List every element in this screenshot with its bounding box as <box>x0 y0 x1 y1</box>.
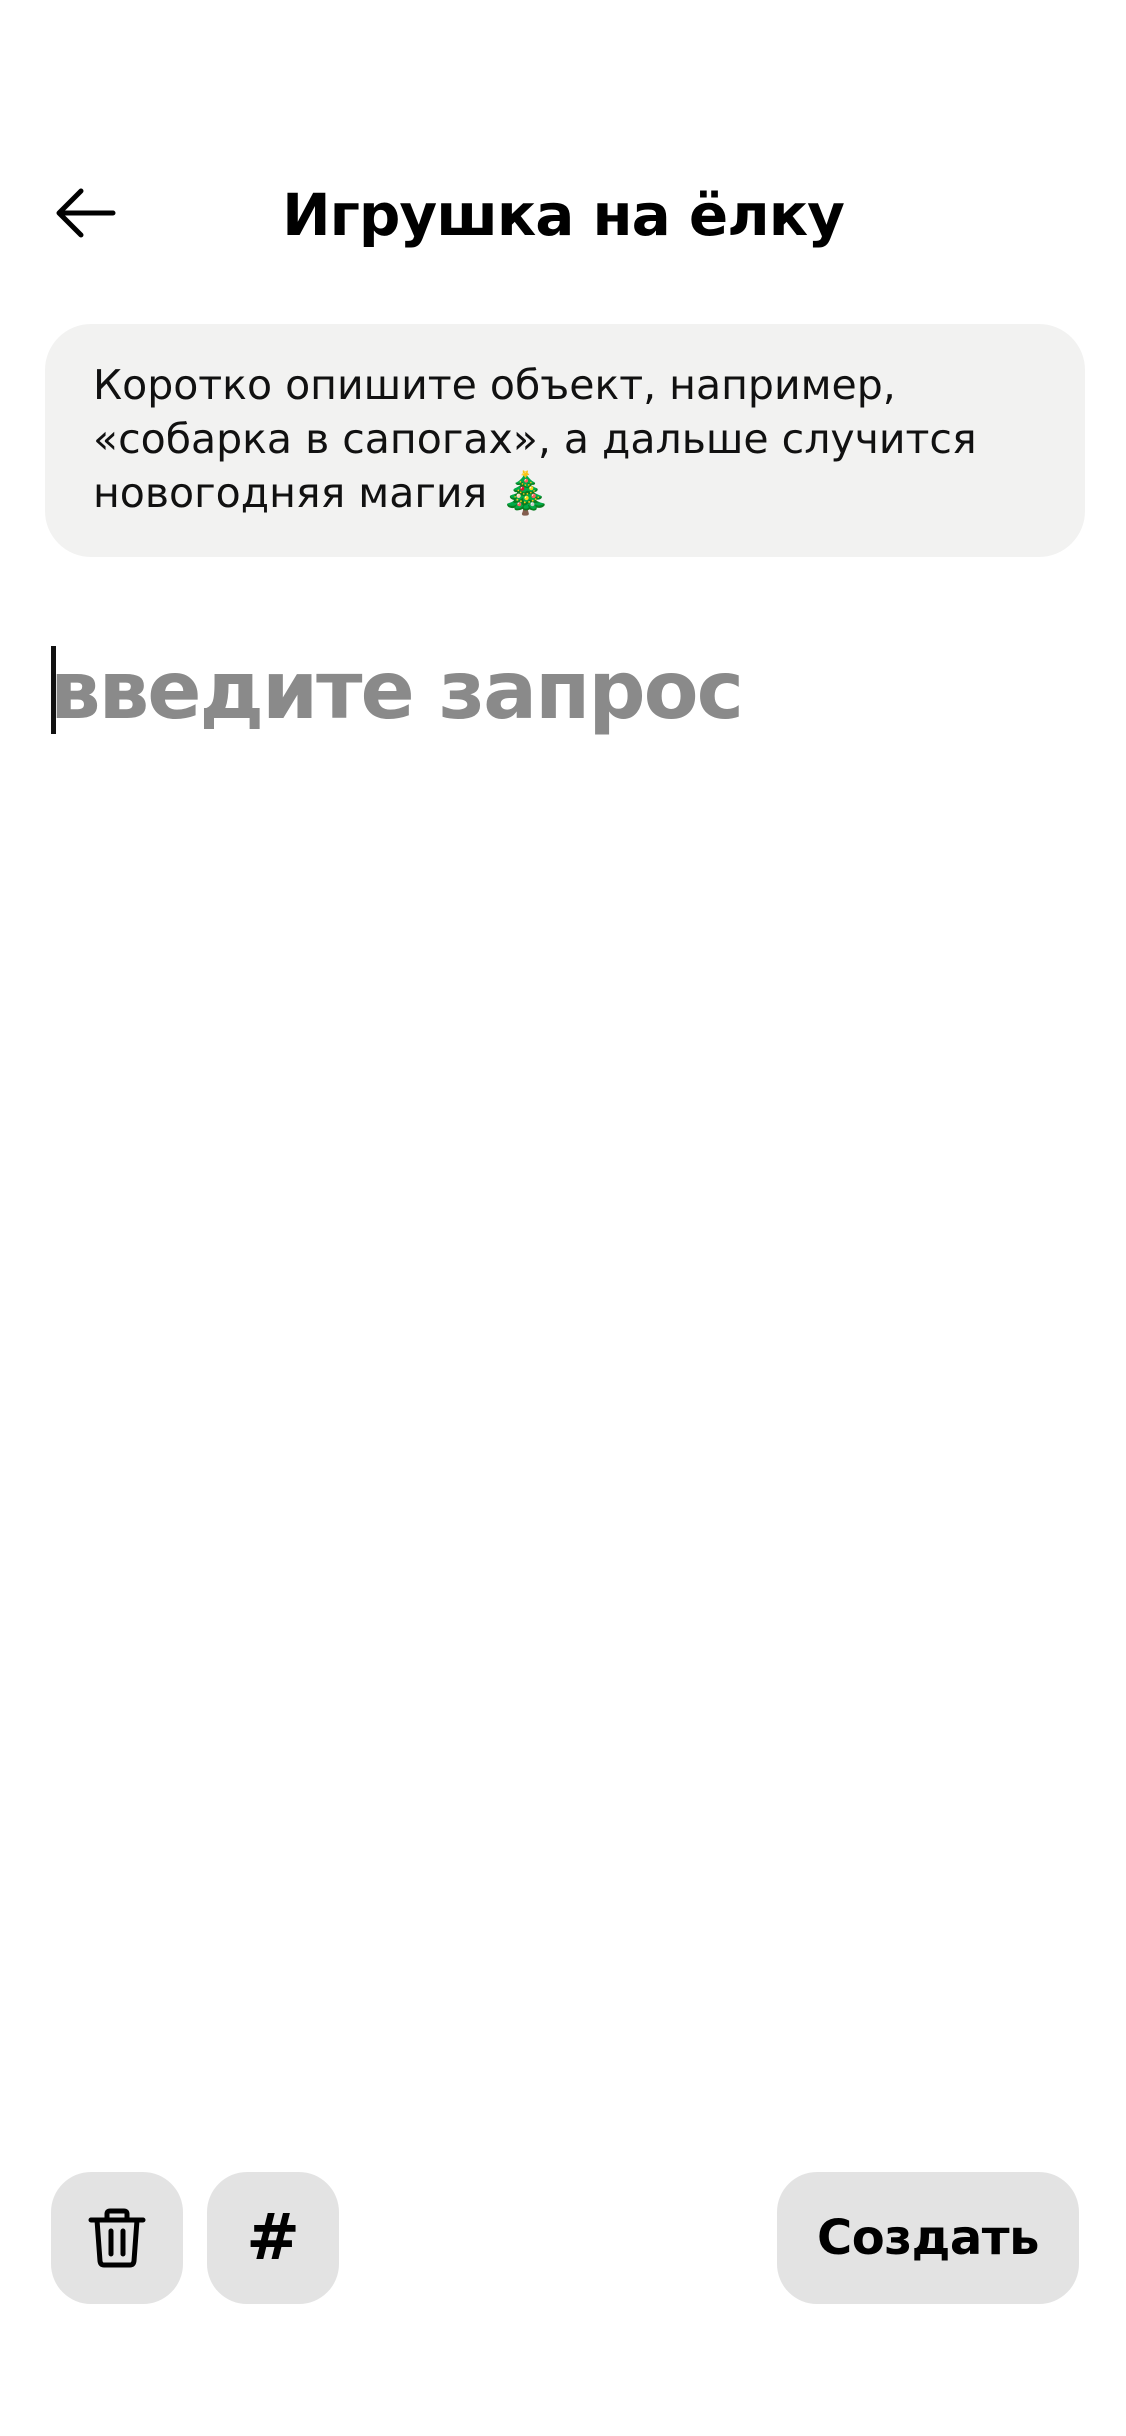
query-input[interactable] <box>50 640 1080 740</box>
hint-card: Коротко опишите объект, например, «собар… <box>45 324 1085 557</box>
create-button[interactable]: Создать <box>777 2172 1079 2304</box>
text-caret <box>51 646 56 734</box>
back-button[interactable] <box>40 168 130 258</box>
page-title: Игрушка на ёлку <box>282 181 845 249</box>
hashtag-button[interactable]: # <box>207 2172 339 2304</box>
hashtag-icon: # <box>246 2201 300 2275</box>
arrow-left-icon <box>56 188 116 238</box>
screen: Игрушка на ёлку Коротко опишите объект, … <box>0 0 1126 2436</box>
trash-icon <box>88 2208 146 2268</box>
query-input-container[interactable] <box>50 640 1080 740</box>
hint-text: Коротко опишите объект, например, «собар… <box>93 361 977 517</box>
delete-button[interactable] <box>51 2172 183 2304</box>
